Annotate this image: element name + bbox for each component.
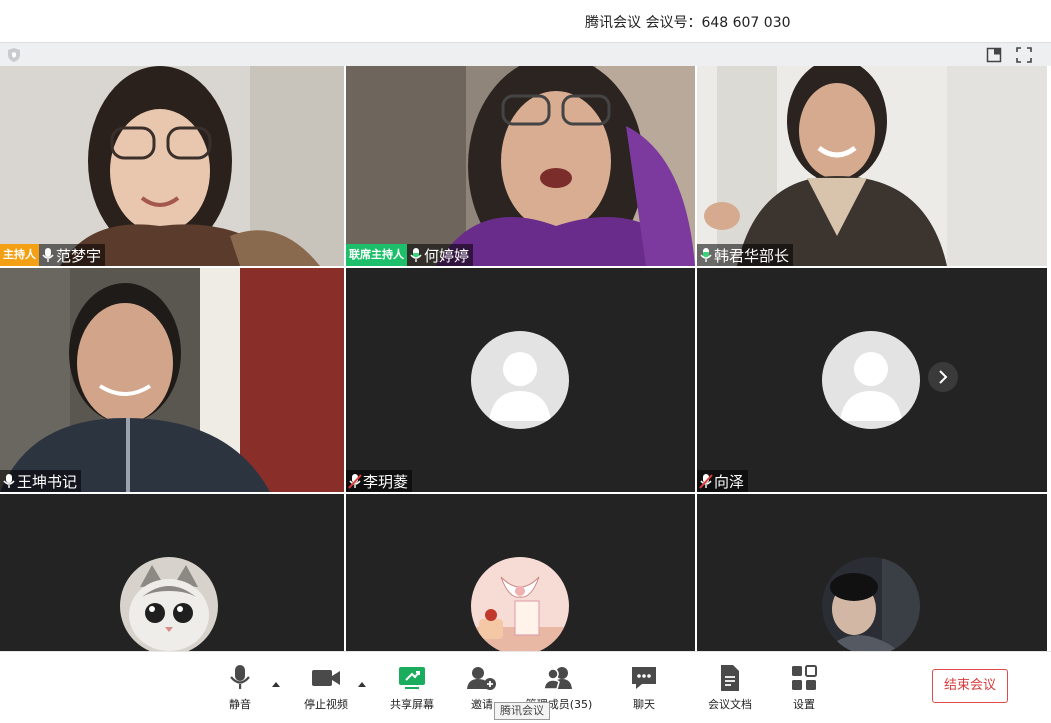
video-tile-participant-1[interactable]: 主持人 范梦宇: [0, 66, 344, 266]
participant-namebar: 主持人 范梦宇: [0, 244, 106, 266]
microphone-icon: [230, 665, 250, 689]
microphone-muted-icon: [348, 473, 362, 489]
mute-button[interactable]: 静音: [222, 664, 258, 712]
participant-video-feed: [0, 66, 344, 266]
microphone-icon: [409, 247, 423, 263]
cohost-badge: 联席主持人: [346, 244, 407, 266]
participant-namebar: 联席主持人 何婷婷: [346, 244, 474, 266]
members-icon: [543, 667, 572, 690]
microphone-icon: [41, 247, 55, 263]
participant-name: 王坤书记: [17, 472, 78, 491]
video-tile-participant-7[interactable]: [0, 494, 344, 651]
photo-avatar: [822, 557, 920, 651]
participant-namebar: 韩君华部长: [697, 244, 794, 266]
mute-label: 静音: [229, 698, 251, 711]
participant-name: 李玥菱: [363, 472, 409, 491]
participant-name: 范梦宇: [56, 246, 102, 265]
settings-button[interactable]: 设置: [786, 664, 822, 712]
settings-label: 设置: [793, 698, 815, 711]
microphone-icon: [2, 473, 16, 489]
video-tile-participant-4[interactable]: 王坤书记: [0, 268, 344, 492]
audio-options-caret[interactable]: [270, 674, 282, 687]
meeting-docs-label: 会议文档: [708, 698, 752, 711]
document-icon: [721, 665, 739, 691]
chevron-up-icon: [272, 682, 280, 687]
stop-video-button[interactable]: 停止视频: [300, 664, 352, 712]
chat-label: 聊天: [633, 698, 655, 711]
share-screen-icon: [399, 667, 425, 689]
chevron-up-icon: [358, 682, 366, 687]
participant-video-feed: [697, 66, 1047, 266]
participant-namebar: 王坤书记: [0, 470, 82, 492]
default-avatar: [822, 331, 920, 429]
cake-avatar: [471, 557, 569, 651]
title-bar: 腾讯会议 会议号：648 607 030: [0, 0, 1051, 42]
add-user-icon: [467, 667, 496, 690]
window-title: 腾讯会议 会议号：648 607 030: [585, 15, 791, 31]
stop-video-label: 停止视频: [304, 698, 348, 711]
video-tile-participant-6[interactable]: 向泽: [697, 268, 1047, 492]
video-options-caret[interactable]: [356, 674, 368, 687]
video-tile-participant-2[interactable]: 联席主持人 何婷婷: [346, 66, 695, 266]
meeting-docs-button[interactable]: 会议文档: [704, 664, 756, 712]
video-grid: 主持人 范梦宇 联席主持人 何婷婷 韩君华部长 王坤书记 李玥菱 向泽: [0, 66, 1051, 651]
video-tile-participant-8[interactable]: [346, 494, 695, 651]
participant-namebar: 李玥菱: [346, 470, 413, 492]
video-tile-participant-9[interactable]: [697, 494, 1047, 651]
participant-video-feed: [0, 268, 344, 492]
participant-video-feed: [346, 66, 695, 266]
share-screen-label: 共享屏幕: [390, 698, 434, 711]
microphone-muted-icon: [699, 473, 713, 489]
participant-name: 韩君华部长: [714, 246, 790, 265]
layout-switch-icon[interactable]: [986, 47, 1002, 63]
chevron-right-icon: [939, 370, 948, 384]
settings-grid-icon: [792, 665, 817, 690]
video-tile-participant-5[interactable]: 李玥菱: [346, 268, 695, 492]
cat-avatar: [120, 557, 218, 651]
video-camera-icon: [312, 670, 340, 686]
default-avatar: [471, 331, 569, 429]
chat-button[interactable]: 聊天: [626, 664, 662, 712]
host-badge: 主持人: [0, 244, 39, 266]
shield-icon[interactable]: [6, 47, 22, 63]
participant-name: 何婷婷: [424, 246, 470, 265]
share-screen-button[interactable]: 共享屏幕: [386, 664, 438, 712]
microphone-icon: [699, 247, 713, 263]
participant-name: 向泽: [714, 472, 745, 491]
tooltip: 腾讯会议: [494, 702, 550, 720]
fullscreen-icon[interactable]: [1016, 47, 1032, 63]
end-meeting-button[interactable]: 结束会议: [932, 669, 1008, 703]
video-tile-participant-3[interactable]: 韩君华部长: [697, 66, 1047, 266]
next-page-button[interactable]: [928, 362, 958, 392]
meeting-subbar: [0, 42, 1051, 66]
participant-namebar: 向泽: [697, 470, 749, 492]
chat-icon: [632, 667, 656, 689]
